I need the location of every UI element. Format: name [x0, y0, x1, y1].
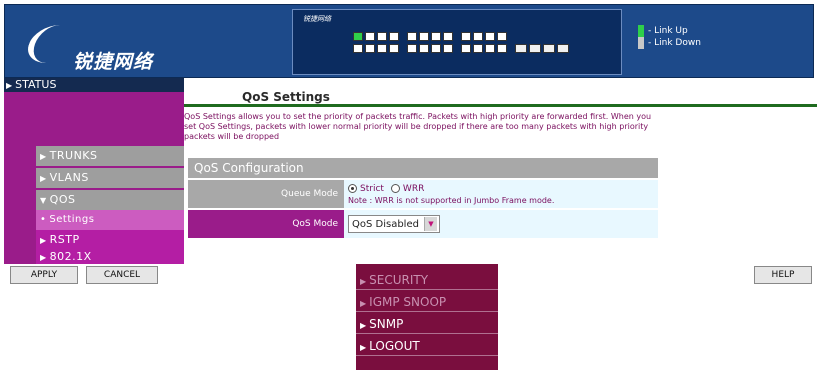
qos-mode-row: QoS Mode QoS Disabled ▼: [188, 208, 658, 238]
qos-mode-select[interactable]: QoS Disabled ▼: [348, 215, 440, 233]
switch-brand-label: 锐捷网络: [303, 15, 331, 23]
queue-mode-row: Queue Mode Strict WRR Note : WRR is not …: [188, 178, 658, 208]
switch-port-panel: 锐捷网络: [292, 9, 622, 75]
queue-mode-value: Strict WRR Note : WRR is not supported i…: [344, 180, 658, 208]
header-banner: 锐捷网络 锐捷网络 - Link Up - Link Down: [4, 4, 814, 78]
wrr-label: WRR: [402, 183, 425, 194]
port-icon[interactable]: [473, 32, 483, 41]
port-icon[interactable]: [389, 32, 399, 41]
caret-right-icon: ▶: [360, 321, 367, 330]
sidebar-item-rstp[interactable]: ▶ RSTP: [36, 230, 184, 250]
port-icon[interactable]: [485, 44, 495, 53]
title-divider: [184, 104, 817, 107]
port-icon[interactable]: [497, 44, 507, 53]
caret-right-icon: ▶: [360, 277, 367, 286]
caret-down-icon: ▼: [40, 196, 47, 205]
port-icon[interactable]: [419, 44, 429, 53]
page-title: QoS Settings: [242, 90, 330, 104]
caret-right-icon: ▶: [360, 343, 367, 352]
port-icon[interactable]: [365, 44, 375, 53]
link-down-swatch-icon: [638, 37, 644, 49]
port-icon[interactable]: [407, 32, 417, 41]
caret-right-icon: ▶: [360, 299, 367, 308]
qos-mode-label: QoS Mode: [188, 210, 344, 238]
sidebar-item-8021x[interactable]: ▶ 802.1X: [36, 250, 184, 264]
port-row-bottom: [353, 44, 569, 53]
legend-link-down: - Link Down: [638, 37, 701, 49]
bullet-icon: •: [40, 214, 47, 225]
sfp-port-icon[interactable]: [543, 44, 555, 53]
port-icon[interactable]: [419, 32, 429, 41]
caret-right-icon: ▶: [40, 152, 47, 161]
port-row-top: [353, 32, 507, 41]
menu-item-logout[interactable]: ▶ LOGOUT: [356, 336, 498, 356]
sfp-port-icon[interactable]: [557, 44, 569, 53]
qos-mode-value: QoS Disabled ▼: [344, 210, 658, 238]
main-content: QoS Settings QoS Settings allows you to …: [184, 88, 817, 264]
port-icon[interactable]: [353, 44, 363, 53]
legend-link-up: - Link Up: [638, 25, 701, 37]
port-icon[interactable]: [365, 32, 375, 41]
port-icon[interactable]: [461, 32, 471, 41]
queue-mode-label: Queue Mode: [188, 180, 344, 208]
strict-label: Strict: [360, 183, 384, 194]
link-legend: - Link Up - Link Down: [638, 25, 701, 49]
port-icon[interactable]: [485, 32, 495, 41]
sidebar-item-status[interactable]: ▶ STATUS: [4, 78, 184, 92]
qos-config-panel: QoS Configuration Queue Mode Strict WRR …: [188, 158, 658, 242]
apply-button[interactable]: APPLY: [10, 266, 78, 284]
caret-right-icon: ▶: [40, 236, 47, 245]
chevron-down-icon: ▼: [424, 217, 437, 231]
strict-radio[interactable]: [348, 184, 357, 193]
port-icon[interactable]: [407, 44, 417, 53]
caret-right-icon: ▶: [6, 81, 13, 90]
port-icon[interactable]: [443, 32, 453, 41]
help-button[interactable]: HELP: [754, 266, 812, 284]
page-description: QoS Settings allows you to set the prior…: [184, 112, 652, 141]
sfp-port-icon[interactable]: [529, 44, 541, 53]
sidebar-item-settings[interactable]: • Settings: [36, 210, 184, 230]
caret-right-icon: ▶: [40, 253, 47, 262]
port-icon[interactable]: [461, 44, 471, 53]
menu-item-igmp-snoop[interactable]: ▶ IGMP SNOOP: [356, 292, 498, 312]
brand-name: 锐捷网络: [73, 51, 154, 73]
port-icon[interactable]: [473, 44, 483, 53]
wrr-radio[interactable]: [390, 184, 400, 193]
menu-item-security[interactable]: ▶ SECURITY: [356, 270, 498, 290]
cancel-button[interactable]: CANCEL: [86, 266, 158, 284]
port-icon[interactable]: [377, 32, 387, 41]
overflow-menu: ▶ SECURITY ▶ IGMP SNOOP ▶ SNMP ▶ LOGOUT: [356, 264, 498, 370]
port-icon[interactable]: [377, 44, 387, 53]
sidebar-item-trunks[interactable]: ▶ TRUNKS: [36, 146, 184, 166]
config-heading: QoS Configuration: [188, 158, 658, 178]
port-icon[interactable]: [431, 44, 441, 53]
menu-item-snmp[interactable]: ▶ SNMP: [356, 314, 498, 334]
port-icon[interactable]: [389, 44, 399, 53]
port-icon[interactable]: [431, 32, 441, 41]
port-icon[interactable]: [443, 44, 453, 53]
sfp-port-icon[interactable]: [515, 44, 527, 53]
sidebar-item-vlans[interactable]: ▶ VLANS: [36, 168, 184, 188]
port-icon[interactable]: [353, 32, 363, 41]
link-up-swatch-icon: [638, 25, 644, 37]
port-icon[interactable]: [497, 32, 507, 41]
wrr-note: Note : WRR is not supported in Jumbo Fra…: [348, 195, 555, 205]
caret-right-icon: ▶: [40, 174, 47, 183]
sidebar-item-qos[interactable]: ▼ QOS: [36, 190, 184, 210]
